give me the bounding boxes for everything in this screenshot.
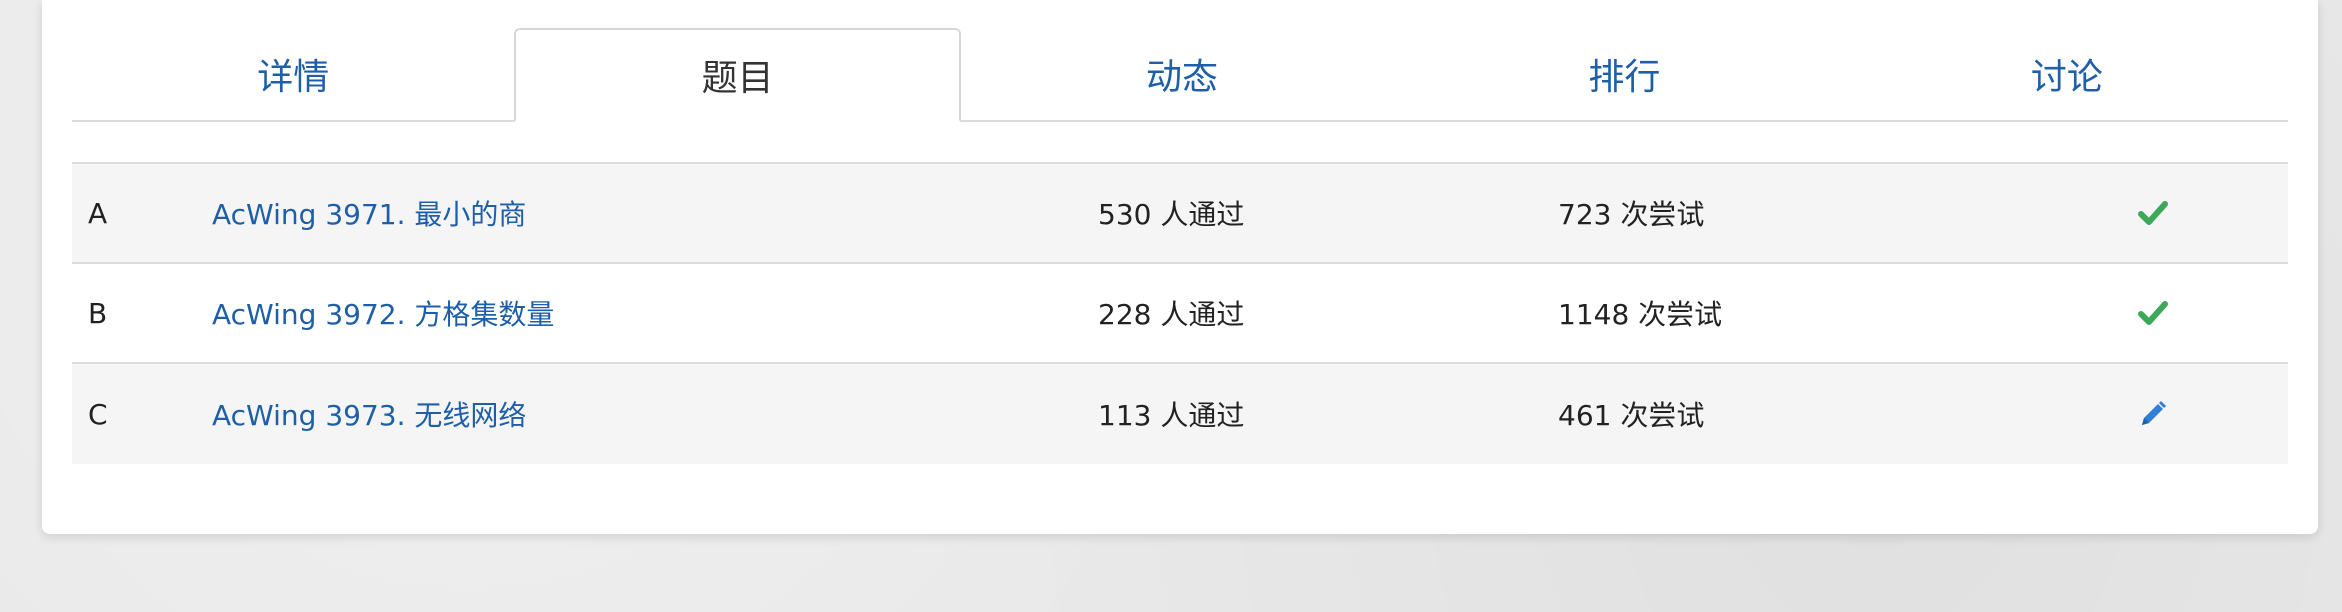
status-cell <box>2018 300 2288 326</box>
check-icon <box>2138 200 2168 226</box>
table-row: B AcWing 3972. 方格集数量 228 人通过 1148 次尝试 <box>72 264 2288 364</box>
problem-title-link[interactable]: AcWing 3973. 无线网络 <box>212 394 1098 434</box>
attempt-count: 461 次尝试 <box>1558 399 1705 432</box>
table-row: A AcWing 3971. 最小的商 530 人通过 723 次尝试 <box>72 164 2288 264</box>
tab-details[interactable]: 详情 <box>72 28 515 122</box>
tab-problems[interactable]: 题目 <box>514 28 961 122</box>
check-icon <box>2138 300 2168 326</box>
problem-title-link[interactable]: AcWing 3971. 最小的商 <box>212 193 1098 233</box>
problem-title-link[interactable]: AcWing 3972. 方格集数量 <box>212 293 1098 333</box>
contest-tabs: 详情 题目 动态 排行 讨论 <box>72 28 2289 122</box>
table-row: C AcWing 3973. 无线网络 113 人通过 461 次尝试 <box>72 364 2288 464</box>
problem-letter: C <box>88 397 108 431</box>
problem-letter: B <box>88 296 108 330</box>
tab-discussion[interactable]: 讨论 <box>1845 28 2289 122</box>
passed-count: 228 人通过 <box>1098 298 1245 331</box>
problem-table: A AcWing 3971. 最小的商 530 人通过 723 次尝试 B Ac… <box>72 164 2288 464</box>
attempt-count: 1148 次尝试 <box>1558 298 1723 331</box>
problem-letter: A <box>88 196 108 230</box>
attempt-count: 723 次尝试 <box>1558 198 1705 231</box>
status-cell <box>2018 200 2288 226</box>
pencil-icon <box>2138 399 2168 429</box>
tab-activity[interactable]: 动态 <box>960 28 1404 122</box>
passed-count: 530 人通过 <box>1098 198 1245 231</box>
tab-ranking[interactable]: 排行 <box>1403 28 1846 122</box>
passed-count: 113 人通过 <box>1098 399 1245 432</box>
status-cell <box>2018 399 2288 429</box>
